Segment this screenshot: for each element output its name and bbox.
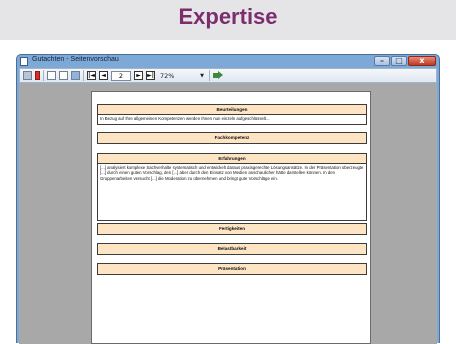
section-title: Beurteilungen xyxy=(98,105,366,115)
minimize-icon: – xyxy=(380,56,384,65)
document-icon xyxy=(20,57,28,66)
section-body: In Bezug auf Ihre allgemeinen Kompetenze… xyxy=(98,115,366,124)
section-fachkompetenz: Fachkompetenz xyxy=(97,132,367,144)
section-title: Belastbarkeit xyxy=(98,244,366,254)
section-beurteilungen: Beurteilungen In Bezug auf Ihre allgemei… xyxy=(97,104,367,125)
last-page-icon[interactable]: ►| xyxy=(146,71,155,80)
section-fertigkeiten: Fertigkeiten xyxy=(97,223,367,235)
section-belastbarkeit: Belastbarkeit xyxy=(97,243,367,255)
chevron-down-icon: ▼ xyxy=(200,72,204,79)
section-body: [...] analysiert komplexe Sachverhalte s… xyxy=(98,164,366,220)
maximize-icon: □ xyxy=(395,56,403,65)
close-button[interactable]: x xyxy=(408,56,436,66)
document-page: Beurteilungen In Bezug auf Ihre allgemei… xyxy=(91,91,371,344)
section-praesentation: Präsentation xyxy=(97,263,367,275)
toolbar: |◄ ◄ 2 ► ►| 72% ▼ xyxy=(19,68,437,83)
section-title: Präsentation xyxy=(98,264,366,274)
section-title: Fertigkeiten xyxy=(98,224,366,234)
minimize-button[interactable]: – xyxy=(374,56,390,66)
section-title: Erfahrungen xyxy=(98,154,366,164)
page-number-input[interactable]: 2 xyxy=(111,70,131,81)
toolbar-separator xyxy=(83,70,84,81)
prev-page-icon[interactable]: ◄ xyxy=(99,71,108,80)
window-controls: – □ x xyxy=(373,56,436,67)
multi-page-icon[interactable] xyxy=(59,71,68,80)
single-page-icon[interactable] xyxy=(47,71,56,80)
zoom-select[interactable]: 72% ▼ xyxy=(158,71,206,81)
first-page-icon[interactable]: |◄ xyxy=(87,71,96,80)
page-setup-icon[interactable] xyxy=(71,71,80,80)
header-banner: Expertise xyxy=(0,0,456,40)
zoom-value: 72% xyxy=(160,71,175,80)
next-page-icon[interactable]: ► xyxy=(134,71,143,80)
window-title: Gutachten - Seitenvorschau xyxy=(32,56,119,63)
section-erfahrungen: Erfahrungen [...] analysiert komplexe Sa… xyxy=(97,153,367,221)
preview-window: Gutachten - Seitenvorschau – □ x |◄ ◄ 2 … xyxy=(16,54,440,344)
toolbar-separator xyxy=(43,70,44,81)
banner-title: Expertise xyxy=(178,4,278,29)
close-icon: x xyxy=(419,56,425,65)
go-icon[interactable] xyxy=(213,71,223,80)
maximize-button[interactable]: □ xyxy=(391,56,407,66)
preview-area[interactable]: Beurteilungen In Bezug auf Ihre allgemei… xyxy=(19,83,437,344)
print-icon[interactable] xyxy=(23,71,32,80)
toolbar-separator xyxy=(209,70,210,81)
title-bar[interactable]: Gutachten - Seitenvorschau – □ x xyxy=(17,55,439,68)
section-title: Fachkompetenz xyxy=(98,133,366,143)
export-icon[interactable] xyxy=(35,71,40,80)
